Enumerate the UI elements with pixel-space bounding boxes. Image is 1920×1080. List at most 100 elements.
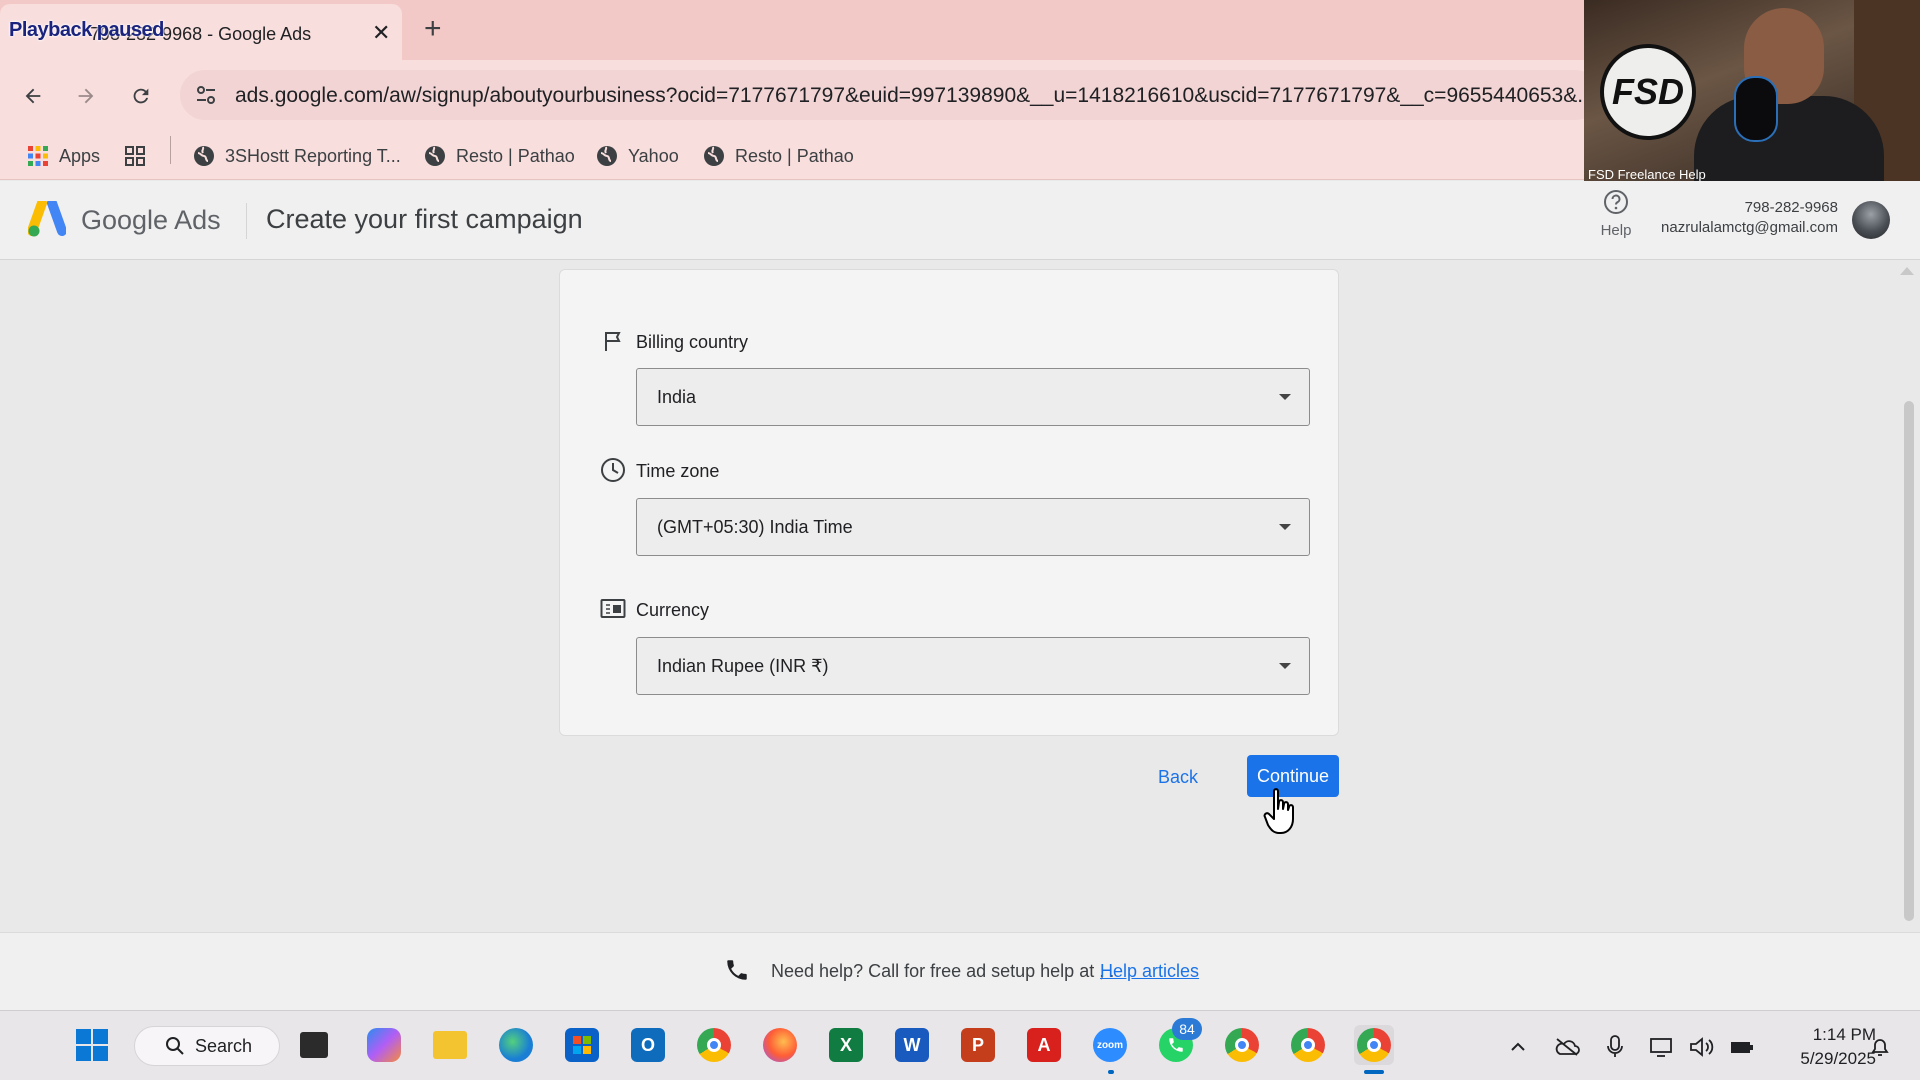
globe-icon xyxy=(425,146,445,166)
zoom-icon[interactable]: zoom xyxy=(1090,1025,1130,1065)
powerpoint-icon[interactable]: P xyxy=(958,1025,998,1065)
chevron-up-icon[interactable] xyxy=(1504,1033,1532,1061)
bookmark-apps[interactable]: Apps xyxy=(27,138,100,174)
chrome-active-indicator xyxy=(1364,1070,1384,1074)
currency-value: Indian Rupee (INR ₹) xyxy=(657,656,829,676)
microphone-icon xyxy=(1734,76,1778,142)
help-label: Help xyxy=(1600,222,1632,239)
chevron-down-icon xyxy=(1279,663,1291,669)
address-bar[interactable]: ads.google.com/aw/signup/aboutyourbusine… xyxy=(180,70,1600,120)
currency-icon xyxy=(600,596,626,622)
tab-close-icon[interactable]: ✕ xyxy=(372,20,390,46)
browser-tab[interactable]: 798-282-9968 - Google Ads Playback pause… xyxy=(0,4,402,60)
back-arrow-icon[interactable] xyxy=(13,76,53,116)
whatsapp-unread-badge: 84 xyxy=(1172,1018,1202,1040)
forward-arrow-icon[interactable] xyxy=(66,76,106,116)
phone-icon xyxy=(724,957,750,988)
webcam-caption: FSD Freelance Help xyxy=(1588,167,1706,182)
globe-icon xyxy=(597,146,617,166)
new-tab-icon[interactable]: + xyxy=(424,12,442,46)
apps-grid-icon xyxy=(28,146,48,166)
bookmark-resto-pathao[interactable]: Resto | Pathao xyxy=(424,138,575,174)
windows-start-icon[interactable] xyxy=(72,1025,112,1065)
account-phone: 798-282-9968 xyxy=(1744,199,1838,216)
help-icon xyxy=(1604,190,1628,214)
bookmark-label: Resto | Pathao xyxy=(456,145,575,166)
account-info[interactable]: 798-282-9968 nazrulalamctg@gmail.com xyxy=(1640,199,1838,236)
chevron-down-icon xyxy=(1279,524,1291,530)
bookmark-label: Yahoo xyxy=(628,145,679,166)
taskbar: Search O X W P A zoom 1:14 PM 5/29/2025 xyxy=(0,1010,1920,1080)
network-icon[interactable] xyxy=(1648,1033,1676,1061)
volume-icon[interactable] xyxy=(1688,1033,1716,1061)
time-zone-label: Time zone xyxy=(636,461,720,481)
chrome-profile-2-icon[interactable] xyxy=(1288,1025,1328,1065)
search-label: Search xyxy=(195,1035,253,1056)
help-button[interactable]: Help xyxy=(1596,189,1636,239)
clock-icon xyxy=(600,457,626,483)
battery-icon[interactable] xyxy=(1728,1033,1756,1061)
word-icon[interactable]: W xyxy=(892,1025,932,1065)
scroll-up-icon[interactable] xyxy=(1900,267,1914,275)
billing-country-label: Billing country xyxy=(636,332,749,352)
back-button[interactable]: Back xyxy=(1158,757,1198,797)
chevron-down-icon xyxy=(1279,394,1291,400)
clock-time: 1:14 PM xyxy=(1812,1025,1876,1044)
flag-icon xyxy=(600,328,626,354)
outlook-icon[interactable]: O xyxy=(628,1025,668,1065)
site-info-icon[interactable] xyxy=(194,83,218,112)
page-title: Create your first campaign xyxy=(266,204,583,234)
edge-icon[interactable] xyxy=(496,1025,536,1065)
help-articles-link[interactable]: Help articles xyxy=(1100,961,1199,982)
chrome-active-icon[interactable] xyxy=(1354,1025,1394,1065)
app-header: Google Ads Create your first campaign He… xyxy=(0,181,1920,260)
globe-icon xyxy=(194,146,214,166)
fsd-logo: FSD xyxy=(1600,44,1696,140)
currency-label: Currency xyxy=(636,600,710,620)
header-divider xyxy=(246,203,247,239)
currency-select[interactable]: Indian Rupee (INR ₹) xyxy=(636,637,1310,695)
billing-country-value: India xyxy=(657,387,697,407)
bookmark-resto-pathao-2[interactable]: Resto | Pathao xyxy=(703,138,854,174)
bookmark-label: Apps xyxy=(59,145,101,166)
avatar[interactable] xyxy=(1852,201,1890,239)
help-footer: Need help? Call for free ad setup help a… xyxy=(0,932,1920,1010)
bookmark-3shostt[interactable]: 3SHostt Reporting T... xyxy=(193,138,401,174)
webcam-presenter-body xyxy=(1694,96,1884,187)
onedrive-icon[interactable] xyxy=(1553,1033,1581,1061)
google-ads-logo-icon[interactable] xyxy=(27,198,67,242)
hand-cursor-icon xyxy=(1262,787,1302,842)
microphone-tray-icon[interactable] xyxy=(1601,1033,1629,1061)
taskbar-clock[interactable]: 1:14 PM 5/29/2025 xyxy=(1770,1023,1876,1071)
zoom-running-indicator xyxy=(1108,1070,1114,1074)
account-email: nazrulalamctg@gmail.com xyxy=(1661,219,1838,236)
footer-help-text: Need help? Call for free ad setup help a… xyxy=(771,961,1115,981)
firefox-icon[interactable] xyxy=(760,1025,800,1065)
excel-icon[interactable]: X xyxy=(826,1025,866,1065)
bookmarks-separator xyxy=(170,136,171,164)
chrome-profile-icon[interactable] xyxy=(1222,1025,1262,1065)
bookmark-yahoo[interactable]: Yahoo xyxy=(596,138,679,174)
notification-bell-icon[interactable] xyxy=(1866,1033,1894,1061)
bookmark-label: Resto | Pathao xyxy=(735,145,854,166)
billing-country-select[interactable]: India xyxy=(636,368,1310,426)
tab-groups-icon xyxy=(125,146,145,166)
clock-date: 5/29/2025 xyxy=(1800,1049,1876,1068)
task-view-icon[interactable] xyxy=(294,1025,334,1065)
main-content: Billing country India Time zone (GMT+05:… xyxy=(0,261,1920,931)
bookmark-tab-groups[interactable] xyxy=(124,138,146,174)
playback-paused-overlay: Playback paused xyxy=(9,19,164,41)
scrollbar-thumb[interactable] xyxy=(1904,401,1914,921)
webcam-overlay: FSD FSD Freelance Help xyxy=(1584,0,1920,187)
file-explorer-icon[interactable] xyxy=(430,1025,470,1065)
copilot-icon[interactable] xyxy=(364,1025,404,1065)
time-zone-select[interactable]: (GMT+05:30) India Time xyxy=(636,498,1310,556)
product-name: Google Ads xyxy=(81,205,221,235)
chrome-icon[interactable] xyxy=(694,1025,734,1065)
microsoft-store-icon[interactable] xyxy=(562,1025,602,1065)
acrobat-icon[interactable]: A xyxy=(1024,1025,1064,1065)
business-settings-card: Billing country India Time zone (GMT+05:… xyxy=(559,269,1339,736)
taskbar-search[interactable]: Search xyxy=(134,1026,280,1066)
reload-icon[interactable] xyxy=(121,76,161,116)
time-zone-value: (GMT+05:30) India Time xyxy=(657,517,853,537)
